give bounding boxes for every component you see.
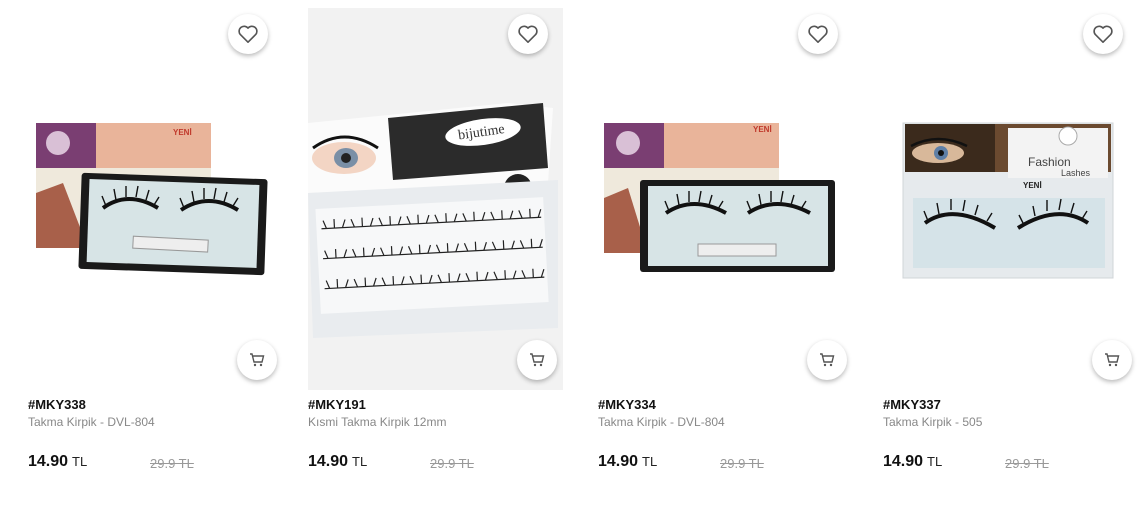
price-currency: TL (927, 454, 943, 469)
product-name[interactable]: Takma Kirpik - DVL-804 (28, 415, 155, 429)
product-sku: #MKY191 (308, 397, 366, 412)
price-value: 14.90 (308, 453, 349, 470)
old-price: 29.9 TL (720, 456, 764, 471)
package-title: Fashion (1028, 155, 1071, 169)
favorite-button[interactable] (508, 14, 548, 54)
product-image[interactable]: bijutime 12mm (308, 8, 563, 390)
product-card[interactable]: YENİ #MKY338 Takma Kirpik - DVL-804 14.9… (28, 8, 283, 498)
heart-icon (238, 25, 258, 43)
product-card[interactable]: YENİ #MKY334 Takma Kirpik - DVL-804 14.9… (598, 8, 853, 498)
product-price: 14.90 TL (308, 453, 367, 471)
add-to-cart-button[interactable] (807, 340, 847, 380)
old-price: 29.9 TL (430, 456, 474, 471)
favorite-button[interactable] (1083, 14, 1123, 54)
product-sku: #MKY337 (883, 397, 941, 412)
product-card[interactable]: bijutime 12mm #MKY191 Kısmi Takma Kirpik… (308, 8, 563, 498)
product-price: 14.90 TL (598, 453, 657, 471)
price-currency: TL (642, 454, 658, 469)
cart-icon (1105, 353, 1120, 367)
product-price: 14.90 TL (883, 453, 942, 471)
price-value: 14.90 (28, 453, 69, 470)
badge: YENİ (1023, 181, 1042, 190)
heart-icon (518, 25, 538, 43)
old-price: 29.9 TL (150, 456, 194, 471)
product-image[interactable]: YENİ (28, 8, 283, 390)
add-to-cart-button[interactable] (517, 340, 557, 380)
product-name[interactable]: Takma Kirpik - 505 (883, 415, 982, 429)
price-currency: TL (72, 454, 88, 469)
price-value: 14.90 (883, 453, 924, 470)
product-image[interactable]: Fashion Lashes YENİ (883, 8, 1138, 390)
product-image[interactable]: YENİ (598, 8, 853, 390)
favorite-button[interactable] (228, 14, 268, 54)
product-name[interactable]: Kısmi Takma Kirpik 12mm (308, 415, 446, 429)
product-sku: #MKY334 (598, 397, 656, 412)
add-to-cart-button[interactable] (237, 340, 277, 380)
price-value: 14.90 (598, 453, 639, 470)
add-to-cart-button[interactable] (1092, 340, 1132, 380)
old-price: 29.9 TL (1005, 456, 1049, 471)
heart-icon (1093, 25, 1113, 43)
cart-icon (530, 353, 545, 367)
badge: YENİ (173, 128, 192, 137)
heart-icon (808, 25, 828, 43)
price-currency: TL (352, 454, 368, 469)
cart-icon (250, 353, 265, 367)
package-subtitle: Lashes (1061, 168, 1091, 178)
favorite-button[interactable] (798, 14, 838, 54)
cart-icon (820, 353, 835, 367)
badge: YENİ (753, 125, 772, 134)
product-sku: #MKY338 (28, 397, 86, 412)
product-card[interactable]: Fashion Lashes YENİ #MKY337 Takma Kirpik… (883, 8, 1138, 498)
product-name[interactable]: Takma Kirpik - DVL-804 (598, 415, 725, 429)
product-price: 14.90 TL (28, 453, 87, 471)
